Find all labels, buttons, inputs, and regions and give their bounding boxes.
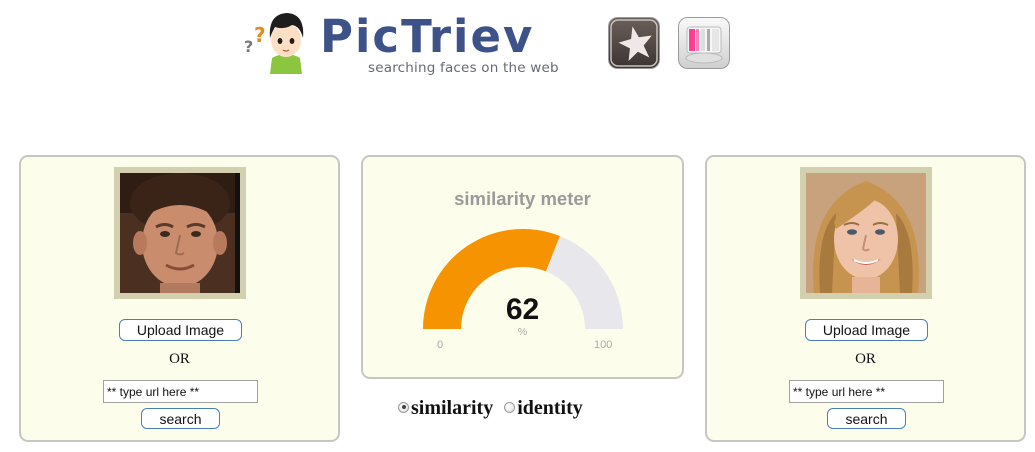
logo-tagline: searching faces on the web bbox=[368, 60, 559, 76]
meter-value: 62 bbox=[505, 293, 540, 326]
right-upload-image-button[interactable]: Upload Image bbox=[805, 319, 928, 341]
right-face-panel: Upload Image OR search bbox=[705, 155, 1026, 442]
right-face-image bbox=[806, 173, 926, 293]
site-logo[interactable]: ? ? PicTriev searching faces on the web bbox=[242, 6, 572, 78]
pink-app-icon[interactable] bbox=[678, 17, 730, 69]
right-or-label: OR bbox=[855, 351, 876, 367]
meter-max-label: 100 bbox=[594, 339, 613, 351]
svg-text:?: ? bbox=[244, 37, 253, 56]
identity-radio[interactable] bbox=[504, 401, 516, 413]
right-face-photo-frame bbox=[800, 167, 932, 299]
right-url-input[interactable] bbox=[789, 380, 944, 403]
left-search-button[interactable]: search bbox=[141, 408, 220, 429]
mode-selector: similarity identity bbox=[398, 396, 583, 422]
left-upload-image-button[interactable]: Upload Image bbox=[119, 319, 242, 341]
star-app-icon[interactable] bbox=[608, 17, 660, 69]
meter-unit: % bbox=[517, 326, 528, 338]
logo-title: PicTriev bbox=[320, 10, 535, 63]
svg-text:?: ? bbox=[254, 23, 266, 47]
similarity-label: similarity bbox=[411, 396, 494, 419]
left-face-panel: Upload Image OR search bbox=[19, 155, 340, 442]
left-face-photo-frame bbox=[114, 167, 246, 299]
similarity-meter-panel: similarity meter 62 % 0 100 bbox=[361, 155, 684, 379]
identity-label: identity bbox=[517, 396, 583, 419]
identity-option[interactable]: identity bbox=[504, 397, 583, 420]
meter-min-label: 0 bbox=[437, 339, 444, 351]
similarity-radio[interactable] bbox=[398, 401, 409, 413]
right-search-button[interactable]: search bbox=[827, 408, 906, 429]
left-or-label: OR bbox=[169, 351, 190, 367]
mascot-icon: ? ? bbox=[244, 13, 304, 74]
similarity-gauge bbox=[423, 229, 623, 329]
left-face-image bbox=[120, 173, 240, 293]
similarity-option[interactable]: similarity bbox=[398, 397, 493, 420]
left-url-input[interactable] bbox=[103, 380, 258, 403]
